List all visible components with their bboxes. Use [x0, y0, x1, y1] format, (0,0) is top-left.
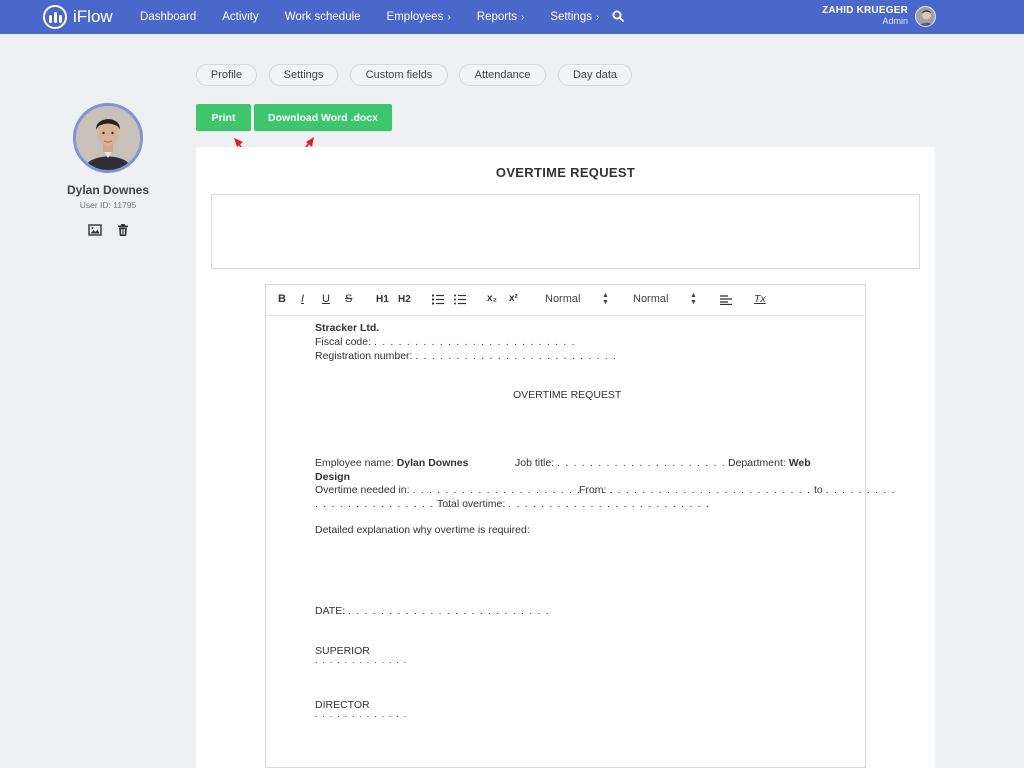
app-name: iFlow: [73, 7, 113, 26]
profile-photo: [73, 103, 143, 173]
nav-item-label: Employees: [386, 11, 444, 23]
to-dots: . . . . . . . . .: [825, 484, 896, 496]
job-title-label: Job title:: [515, 457, 555, 469]
employee-name-value: Dylan Downes: [396, 457, 469, 469]
format-select-value: Normal: [633, 293, 669, 305]
rich-text-editor: B I U S H1 H2 x₂ x² Normal ▲ ▼ Normal ▲ ▼: [265, 284, 895, 768]
select-arrows-icon: ▲ ▼: [602, 292, 609, 306]
tab-day-data[interactable]: Day data: [558, 64, 632, 86]
total-overtime-field: Total overtime: . . . . . . . . . . . . …: [437, 498, 710, 510]
job-title-field: Job title: . . . . . . . . . . . . . . .…: [515, 457, 759, 469]
explanation-label: Detailed explanation why overtime is req…: [315, 524, 530, 536]
chevron-right-icon: ›: [595, 12, 600, 23]
nav-item-settings[interactable]: Settings ›: [550, 11, 599, 23]
nav-item-label: Work schedule: [284, 11, 361, 23]
font-size-select-value: Normal: [545, 293, 581, 305]
notes-textarea[interactable]: [211, 194, 920, 269]
nav-item-label: Dashboard: [140, 11, 197, 23]
chevron-right-icon: ›: [447, 12, 451, 23]
registration-line: Registration number: . . . . . . . . . .…: [315, 350, 617, 362]
nav-item-dashboard[interactable]: Dashboard: [140, 11, 196, 23]
page-title: OVERTIME REQUEST: [495, 165, 636, 180]
date-dots: . . . . . . . . . . . . . . . . . . . . …: [348, 605, 550, 617]
fiscal-code-label: Fiscal code:: [315, 336, 372, 348]
print-button[interactable]: Print: [196, 104, 251, 131]
to-dots-wrap: . . . . . . . . . . . . . . . . .: [315, 498, 451, 510]
overtime-needed-label: Overtime needed in:: [315, 484, 410, 496]
nav-item-label: Reports: [476, 11, 518, 23]
tab-custom-fields[interactable]: Custom fields: [350, 64, 448, 86]
nav-item-work-schedule[interactable]: Work schedule: [285, 11, 361, 23]
from-field: From: . . . . . . . . . . . . . . . . . …: [579, 484, 896, 496]
ordered-list-icon[interactable]: [432, 294, 444, 305]
underline-button[interactable]: U: [322, 293, 330, 305]
main-nav: Dashboard Activity Work schedule Employees ›…: [140, 0, 625, 34]
format-select[interactable]: Normal ▲ ▼: [633, 292, 697, 306]
profile-name: Dylan Downes: [66, 183, 150, 197]
italic-button[interactable]: I: [301, 293, 304, 305]
department-value-line2: Design: [315, 471, 351, 483]
download-word-button[interactable]: Download Word .docx: [254, 104, 392, 131]
search-icon[interactable]: [612, 10, 624, 22]
heading2-button[interactable]: H2: [398, 294, 411, 305]
bold-button[interactable]: B: [278, 293, 286, 305]
editor-document[interactable]: Stracker Ltd. Fiscal code: . . . . . . .…: [266, 317, 895, 767]
total-overtime-dots: . . . . . . . . . . . . . . . . . . . . …: [508, 498, 710, 510]
clear-format-button[interactable]: Tx: [754, 293, 766, 305]
overtime-needed-field: Overtime needed in: . . . . . . . . . . …: [315, 484, 614, 496]
align-icon[interactable]: [720, 295, 732, 305]
fiscal-code-dots: . . . . . . . . . . . . . . . . . . . . …: [373, 336, 576, 348]
tab-attendance[interactable]: Attendance: [459, 64, 546, 86]
profile-user-id: User ID: 11795: [79, 200, 137, 210]
department-field: Department: Web: [728, 457, 811, 469]
overtime-wrap-line: . . . . . . . . . . . . . . . . .: [315, 498, 451, 510]
subscript-button[interactable]: x₂: [487, 293, 497, 304]
date-field: DATE: . . . . . . . . . . . . . . . . . …: [315, 605, 550, 617]
employee-name-label: Employee name:: [315, 457, 394, 469]
heading1-button[interactable]: H1: [376, 294, 389, 305]
bullet-list-icon[interactable]: [454, 294, 466, 305]
from-dots: . . . . . . . . . . . . . . . . . . . . …: [609, 484, 812, 496]
tab-settings[interactable]: Settings: [269, 64, 338, 86]
director-signature-dots: . . . . . . . . . . . . .: [315, 709, 408, 719]
document-title: OVERTIME REQUEST: [513, 389, 622, 401]
fiscal-code-line: Fiscal code: . . . . . . . . . . . . . .…: [315, 336, 576, 348]
date-label: DATE:: [315, 605, 346, 617]
registration-label: Registration number:: [315, 350, 413, 362]
nav-item-activity[interactable]: Activity: [222, 11, 258, 23]
document-card: OVERTIME REQUEST B I U S H1 H2 x₂ x² Nor…: [196, 147, 935, 768]
app-logo[interactable]: iFlow: [43, 5, 113, 29]
superior-signature-dots: . . . . . . . . . . . . .: [315, 655, 408, 665]
nav-item-reports[interactable]: Reports ›: [477, 11, 525, 23]
to-label: to: [814, 484, 823, 496]
nav-item-employees[interactable]: Employees ›: [387, 11, 451, 23]
department-label: Department:: [728, 457, 786, 469]
editor-toolbar: B I U S H1 H2 x₂ x² Normal ▲ ▼ Normal ▲ ▼: [266, 285, 865, 316]
top-navbar: iFlow Dashboard Activity Work schedule Empl…: [0, 0, 1024, 34]
user-name: ZAHID KRUEGER: [822, 5, 908, 16]
strike-button[interactable]: S: [345, 293, 352, 305]
department-value: Web: [788, 457, 811, 469]
user-avatar[interactable]: [915, 6, 936, 27]
current-user[interactable]: ZAHID KRUEGER Admin: [822, 5, 908, 26]
iflow-logo-icon: [43, 5, 67, 29]
font-size-select[interactable]: Normal ▲ ▼: [545, 292, 609, 306]
total-overtime-label: Total overtime:: [437, 498, 506, 510]
nav-item-label: Activity: [222, 11, 259, 23]
select-arrows-icon: ▲ ▼: [690, 292, 697, 306]
from-label: From:: [579, 484, 607, 496]
chevron-right-icon: ›: [521, 12, 525, 23]
nav-item-label: Settings: [550, 11, 592, 23]
company-name: Stracker Ltd.: [315, 322, 380, 334]
tab-profile[interactable]: Profile: [196, 64, 257, 86]
trash-icon[interactable]: [116, 223, 130, 237]
superscript-button[interactable]: x²: [509, 293, 518, 304]
registration-dots: . . . . . . . . . . . . . . . . . . . . …: [415, 350, 618, 362]
employee-name-field: Employee name: Dylan Downes: [315, 457, 469, 469]
user-role: Admin: [882, 16, 908, 26]
image-icon[interactable]: [88, 223, 102, 237]
